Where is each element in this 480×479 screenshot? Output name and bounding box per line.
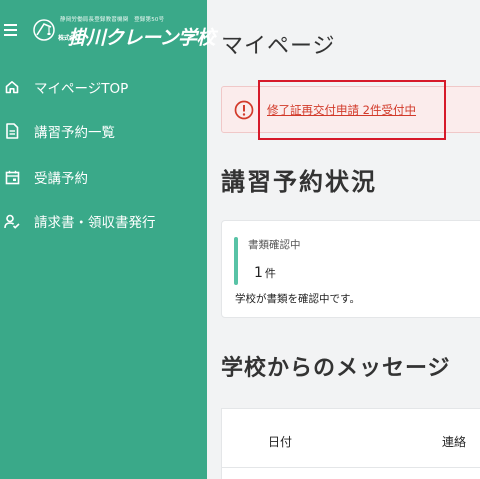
- table-header-divider: [222, 467, 480, 468]
- sidebar: 静岡労働局長登録教習機関 登録第50号 株式会社掛川クレーン学校 マイページTO…: [0, 0, 216, 479]
- sidebar-item-mypage-top[interactable]: マイページTOP: [0, 72, 207, 102]
- crane-emblem-icon: [33, 19, 55, 41]
- logo-company-type: 株式会社: [58, 35, 81, 42]
- messages-table: 日付 連絡: [221, 408, 480, 479]
- info-icon: [234, 100, 254, 120]
- sidebar-item-label: マイページTOP: [34, 81, 129, 97]
- hamburger-menu-icon[interactable]: [4, 24, 20, 38]
- main-content: マイページ 修了証再交付申請 2件受付中 講習予約状況 書類確認中 1件 学校が…: [207, 0, 480, 479]
- school-logo[interactable]: 静岡労働局長登録教習機関 登録第50号 株式会社掛川クレーン学校: [32, 12, 216, 49]
- status-count-unit: 件: [264, 267, 276, 280]
- status-count: 1件: [254, 265, 276, 281]
- page-title: マイページ: [221, 34, 336, 59]
- home-icon: [4, 79, 20, 95]
- reservation-status-heading: 講習予約状況: [221, 168, 377, 196]
- status-count-value: 1: [254, 265, 263, 281]
- notice-alert: 修了証再交付申請 2件受付中: [221, 86, 480, 133]
- document-review-card[interactable]: 書類確認中 1件 学校が書類を確認中です。: [221, 220, 480, 318]
- status-label: 書類確認中: [248, 239, 301, 251]
- sidebar-item-course-booking[interactable]: 受講予約: [0, 162, 207, 192]
- sidebar-item-label: 受講予約: [34, 171, 88, 187]
- sidebar-item-reservation-list[interactable]: 講習予約一覧: [0, 116, 207, 146]
- status-description: 学校が書類を確認中です。: [235, 293, 360, 305]
- messages-heading: 学校からのメッセージ: [221, 356, 451, 381]
- column-header-message: 連絡: [442, 435, 467, 449]
- user-check-icon: [4, 213, 20, 229]
- document-icon: [4, 123, 20, 139]
- reissue-application-link[interactable]: 修了証再交付申請 2件受付中: [267, 102, 416, 118]
- logo-registration-text: 静岡労働局長登録教習機関 登録第50号: [60, 17, 165, 23]
- sidebar-item-label: 請求書・領収書発行: [34, 215, 156, 231]
- logo-school-name: 掛川クレーン学校: [68, 27, 216, 49]
- sidebar-item-invoice-receipt[interactable]: 請求書・領収書発行: [0, 206, 207, 236]
- logo-name: 株式会社掛川クレーン学校: [58, 23, 216, 50]
- status-accent-bar: [234, 237, 238, 285]
- sidebar-item-label: 講習予約一覧: [34, 125, 115, 141]
- calendar-icon: [4, 169, 20, 185]
- column-header-date: 日付: [268, 435, 293, 449]
